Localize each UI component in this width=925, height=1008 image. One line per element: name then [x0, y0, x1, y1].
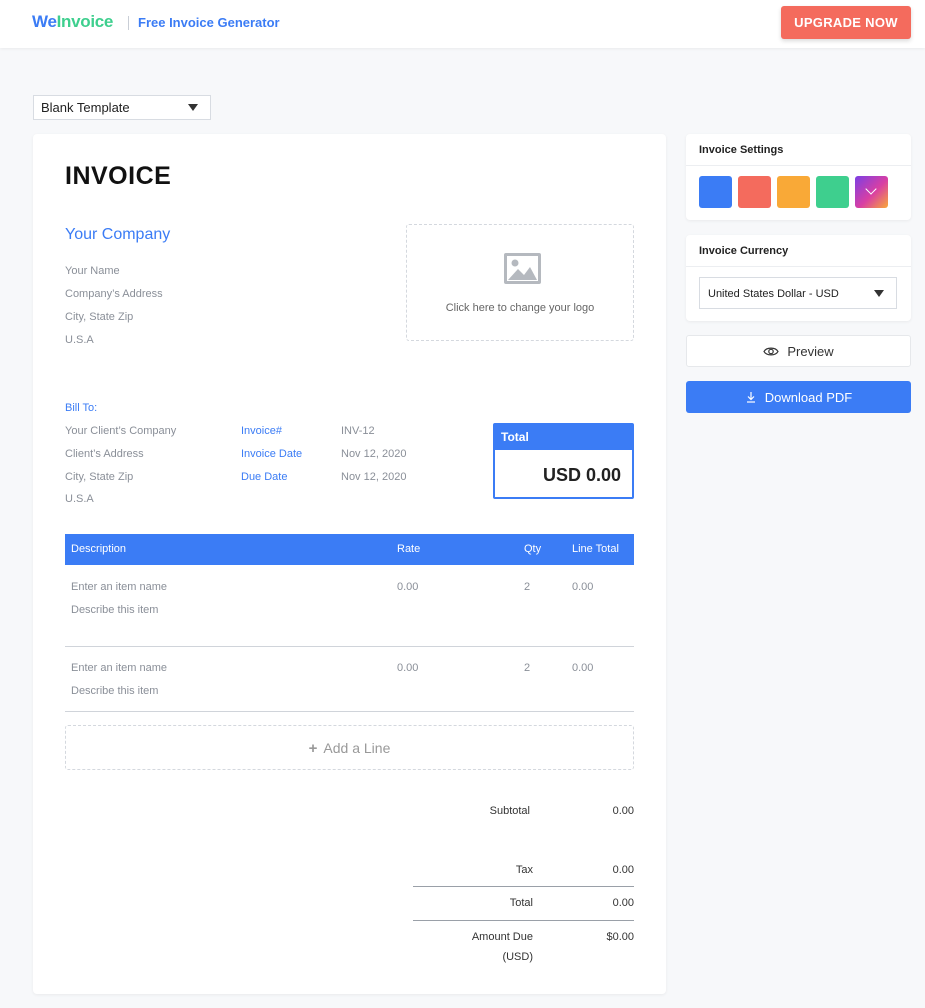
add-line-button[interactable]: + Add a Line	[65, 725, 634, 770]
subtotal-label: Subtotal	[489, 805, 530, 817]
template-select[interactable]: Blank Template	[33, 95, 211, 120]
color-swatch-blue[interactable]	[699, 176, 732, 208]
upgrade-now-button[interactable]: UPGRADE NOW	[781, 6, 911, 39]
invoice-number-field[interactable]: INV-12	[341, 425, 375, 437]
brand-logo[interactable]: WeInvoice	[32, 12, 113, 32]
row-divider	[65, 646, 634, 647]
amount-due-label: Amount Due	[471, 931, 533, 943]
item-qty-field[interactable]: 2	[524, 662, 530, 674]
client-address-field[interactable]: Client’s Address	[65, 448, 144, 460]
preview-label: Preview	[787, 343, 834, 359]
amount-due-value: $0.00	[606, 931, 634, 943]
invoice-number-label: Invoice#	[241, 425, 282, 437]
plus-icon: +	[308, 740, 318, 757]
row-divider	[65, 711, 634, 712]
item-rate-field[interactable]: 0.00	[397, 662, 418, 674]
sender-country-field[interactable]: U.S.A	[65, 334, 94, 346]
summary-divider	[413, 920, 634, 921]
download-icon	[746, 392, 755, 403]
total-value: 0.00	[612, 897, 634, 909]
header-divider	[128, 16, 129, 30]
header-title: Free Invoice Generator	[138, 15, 280, 30]
total-box-value: USD 0.00	[542, 465, 621, 485]
due-date-label: Due Date	[241, 471, 288, 483]
amount-due-unit: (USD)	[502, 951, 533, 963]
client-country-field[interactable]: U.S.A	[65, 493, 94, 505]
invoice-date-field[interactable]: Nov 12, 2020	[341, 448, 406, 460]
caret-down-icon	[188, 104, 198, 111]
col-description: Description	[71, 543, 127, 555]
sender-address-field[interactable]: Company’s Address	[65, 288, 163, 300]
item-qty-field[interactable]: 2	[524, 581, 530, 593]
logo-upload-box[interactable]: Click here to change your logo	[406, 224, 634, 341]
download-pdf-label: Download PDF	[764, 389, 853, 405]
item-line-total: 0.00	[572, 662, 594, 674]
total-box-label: Total	[495, 425, 632, 450]
panel-divider	[686, 266, 911, 267]
color-swatch-orange[interactable]	[777, 176, 810, 208]
panel-divider	[686, 165, 911, 166]
download-pdf-button[interactable]: Download PDF	[686, 381, 911, 413]
more-colors-button[interactable]	[855, 176, 888, 208]
client-city-field[interactable]: City, State Zip	[65, 471, 133, 483]
item-rate-field[interactable]: 0.00	[397, 581, 418, 593]
col-line-total: Line Total	[572, 543, 619, 555]
chevron-down-icon	[865, 183, 877, 195]
item-description-field[interactable]: Describe this item	[71, 604, 158, 616]
top-header: WeInvoice Free Invoice Generator UPGRADE…	[0, 0, 925, 48]
item-name-field[interactable]: Enter an item name	[71, 662, 167, 674]
invoice-currency-title: Invoice Currency	[699, 245, 789, 257]
image-icon	[504, 253, 541, 284]
eye-icon	[763, 347, 780, 355]
sender-city-field[interactable]: City, State Zip	[65, 311, 133, 323]
logo-upload-text: Click here to change your logo	[445, 302, 595, 314]
client-company-field[interactable]: Your Client’s Company	[65, 425, 176, 437]
item-line-total: 0.00	[572, 581, 594, 593]
preview-button[interactable]: Preview	[686, 335, 911, 367]
invoice-currency-panel: Invoice Currency United States Dollar - …	[686, 235, 911, 321]
company-name-field[interactable]: Your Company	[65, 226, 170, 244]
color-swatch-green[interactable]	[816, 176, 849, 208]
col-rate: Rate	[397, 543, 421, 555]
due-date-field[interactable]: Nov 12, 2020	[341, 471, 406, 483]
col-qty: Qty	[524, 543, 542, 555]
total-summary-box: Total USD 0.00	[493, 423, 634, 499]
invoice-settings-title: Invoice Settings	[699, 144, 784, 156]
template-select-value: Blank Template	[41, 100, 130, 115]
tax-value[interactable]: 0.00	[574, 864, 634, 876]
currency-select[interactable]: United States Dollar - USD	[699, 277, 897, 309]
subtotal-value: 0.00	[612, 805, 634, 817]
bill-to-label: Bill To:	[65, 402, 98, 414]
item-description-field[interactable]: Describe this item	[71, 685, 158, 697]
total-label: Total	[509, 897, 533, 909]
add-line-label: Add a Line	[323, 740, 391, 756]
items-table-header: Description Rate Qty Line Total	[65, 534, 634, 565]
invoice-date-label: Invoice Date	[241, 448, 303, 460]
invoice-card: INVOICE Your Company Your Name Company’s…	[33, 134, 666, 994]
invoice-settings-panel: Invoice Settings	[686, 134, 911, 220]
summary-divider	[413, 886, 634, 887]
currency-select-value: United States Dollar - USD	[708, 288, 839, 300]
color-swatch-red[interactable]	[738, 176, 771, 208]
caret-down-icon	[874, 290, 884, 297]
invoice-heading: INVOICE	[65, 162, 172, 190]
item-name-field[interactable]: Enter an item name	[71, 581, 167, 593]
tax-label: Tax	[515, 864, 533, 876]
sender-name-field[interactable]: Your Name	[65, 265, 120, 277]
